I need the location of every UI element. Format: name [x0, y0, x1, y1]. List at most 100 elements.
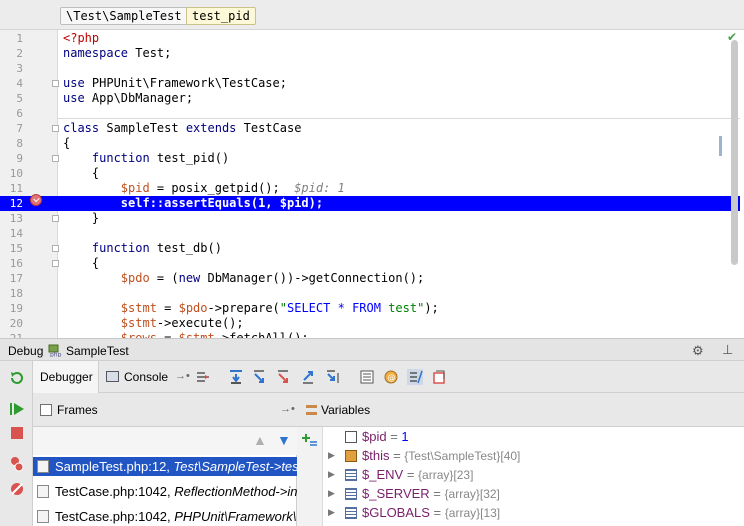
step-into-icon[interactable] [252, 369, 268, 385]
fold-marker-icon[interactable] [52, 245, 59, 252]
variable-label: $_SERVER = {array}[32] [362, 486, 500, 501]
fold-marker-icon[interactable] [52, 125, 59, 132]
code-line[interactable]: 12 self::assertEquals(1, $pid); [0, 196, 740, 211]
code-line[interactable]: 4 use PHPUnit\Framework\TestCase; [0, 76, 740, 91]
variable-label: $GLOBALS = {array}[13] [362, 505, 501, 520]
tab-debugger[interactable]: Debugger [33, 361, 99, 393]
fold-marker-icon[interactable] [52, 215, 59, 222]
step-over-icon[interactable] [228, 369, 244, 385]
code-line[interactable]: 15 function test_db() [0, 241, 740, 256]
next-frame-icon[interactable]: ▼ [277, 432, 291, 448]
fold-marker-icon[interactable] [52, 80, 59, 87]
mute-breakpoints-icon[interactable] [9, 481, 25, 497]
hide-panel-icon[interactable]: →• [280, 403, 295, 415]
code-line[interactable]: 5 use App\DbManager; [0, 91, 740, 106]
frame-item[interactable]: TestCase.php:1042, PHPUnit\Framework\Tes… [33, 507, 297, 526]
fold-marker-icon[interactable] [52, 260, 59, 267]
editor-scrollbar[interactable] [731, 40, 738, 265]
line-number[interactable]: 20 [0, 316, 23, 331]
line-number[interactable]: 17 [0, 271, 23, 286]
expand-arrow-icon[interactable]: ▶ [328, 484, 335, 503]
line-number[interactable]: 5 [0, 91, 23, 106]
code-text: { [63, 136, 71, 150]
expand-arrow-icon[interactable]: ▶ [328, 446, 335, 465]
variable-row[interactable]: ▶ $this = {Test\SampleTest}[40] [323, 446, 744, 465]
code-editor[interactable]: 1 <?php 2 namespace Test; 3 4 use PHPUnit\Fram… [0, 30, 744, 338]
code-line[interactable]: 10 { [0, 166, 740, 181]
line-number[interactable]: 6 [0, 106, 23, 121]
line-number[interactable]: 8 [0, 136, 23, 151]
show-execution-point-icon[interactable] [195, 369, 211, 385]
line-number[interactable]: 3 [0, 61, 23, 76]
stop-icon[interactable] [9, 425, 25, 441]
evaluate-expression-icon[interactable] [359, 369, 375, 385]
code-line[interactable]: 17 $pdo = (new DbManager())->getConnecti… [0, 271, 740, 286]
new-watch-icon[interactable] [302, 432, 318, 448]
run-to-cursor-icon[interactable] [325, 369, 341, 385]
previous-frame-icon[interactable]: ▲ [253, 432, 267, 448]
line-number[interactable]: 21 [0, 331, 23, 338]
line-number[interactable]: 2 [0, 46, 23, 61]
restore-layout-icon[interactable] [431, 369, 447, 385]
view-breakpoints-icon[interactable] [9, 456, 25, 472]
code-line[interactable]: 20 $stmt->execute(); [0, 316, 740, 331]
frame-label: TestCase.php:1042, ReflectionMethod->inv… [55, 484, 297, 499]
variable-row[interactable]: ▶ $GLOBALS = {array}[13] [323, 503, 744, 522]
resume-icon[interactable] [9, 401, 25, 417]
code-line[interactable]: 18 [0, 286, 740, 301]
line-number[interactable]: 18 [0, 286, 23, 301]
minimize-icon[interactable]: ⊥ [722, 342, 733, 358]
gear-icon[interactable]: ⚙ [692, 343, 704, 359]
force-step-into-icon[interactable] [276, 369, 292, 385]
variable-row[interactable]: $pid = 1 [323, 427, 744, 446]
frame-item[interactable]: TestCase.php:1042, ReflectionMethod->inv… [33, 482, 297, 501]
code-line[interactable]: 3 [0, 61, 740, 76]
code-line[interactable]: 8{ [0, 136, 740, 151]
code-line[interactable]: 19 $stmt = $pdo->prepare("SELECT * FROM … [0, 301, 740, 316]
array-icon [345, 488, 357, 500]
line-number[interactable]: 7 [0, 121, 23, 136]
array-icon [345, 507, 357, 519]
code-line[interactable]: 1 <?php [0, 31, 740, 46]
line-number[interactable]: 13 [0, 211, 23, 226]
expand-arrow-icon[interactable]: ▶ [328, 465, 335, 484]
frame-label: TestCase.php:1042, PHPUnit\Framework\Tes… [55, 509, 297, 524]
code-line[interactable]: 13 } [0, 211, 740, 226]
code-text: use App\DbManager; [63, 91, 194, 105]
code-line[interactable]: 7 class SampleTest extends TestCase [0, 121, 740, 136]
line-number[interactable]: 14 [0, 226, 23, 241]
expand-arrow-icon[interactable]: ▶ [328, 503, 335, 522]
frame-item[interactable]: SampleTest.php:12, Test\SampleTest->test… [33, 457, 297, 476]
line-number[interactable]: 12 [0, 196, 23, 211]
breadcrumb-namespace[interactable]: \Test\SampleTest [60, 7, 188, 25]
variable-row[interactable]: ▶ $_SERVER = {array}[32] [323, 484, 744, 503]
fold-marker-icon[interactable] [52, 155, 59, 162]
breadcrumb-method[interactable]: test_pid [186, 7, 256, 25]
line-number[interactable]: 11 [0, 181, 23, 196]
code-line[interactable]: 14 [0, 226, 740, 241]
debug-session-tab[interactable]: SampleTest [66, 344, 129, 358]
file-icon [37, 485, 49, 498]
line-number[interactable]: 19 [0, 301, 23, 316]
code-line[interactable]: 16 { [0, 256, 740, 271]
line-number[interactable]: 4 [0, 76, 23, 91]
code-line[interactable]: 21 $rows = $stmt->fetchAll(); [0, 331, 740, 338]
pin-tab-icon[interactable]: →• [175, 370, 190, 382]
line-number[interactable]: 10 [0, 166, 23, 181]
line-number[interactable]: 15 [0, 241, 23, 256]
code-line[interactable]: 11 $pid = posix_getpid(); $pid: 1 [0, 181, 740, 196]
code-text: class SampleTest extends TestCase [63, 121, 302, 135]
add-watch-icon[interactable]: @ [383, 369, 399, 385]
code-line[interactable]: 2 namespace Test; [0, 46, 740, 61]
step-out-icon[interactable] [301, 369, 317, 385]
line-number[interactable]: 1 [0, 31, 23, 46]
rerun-icon[interactable] [9, 370, 25, 386]
line-number[interactable]: 16 [0, 256, 23, 271]
line-number[interactable]: 9 [0, 151, 23, 166]
settings-toggle-icon[interactable] [407, 369, 423, 385]
code-line[interactable]: 9 function test_pid() [0, 151, 740, 166]
variables-toolbar [297, 427, 323, 526]
variable-row[interactable]: ▶ $_ENV = {array}[23] [323, 465, 744, 484]
breakpoint-icon[interactable] [30, 194, 42, 206]
code-line[interactable]: 6 [0, 106, 740, 121]
